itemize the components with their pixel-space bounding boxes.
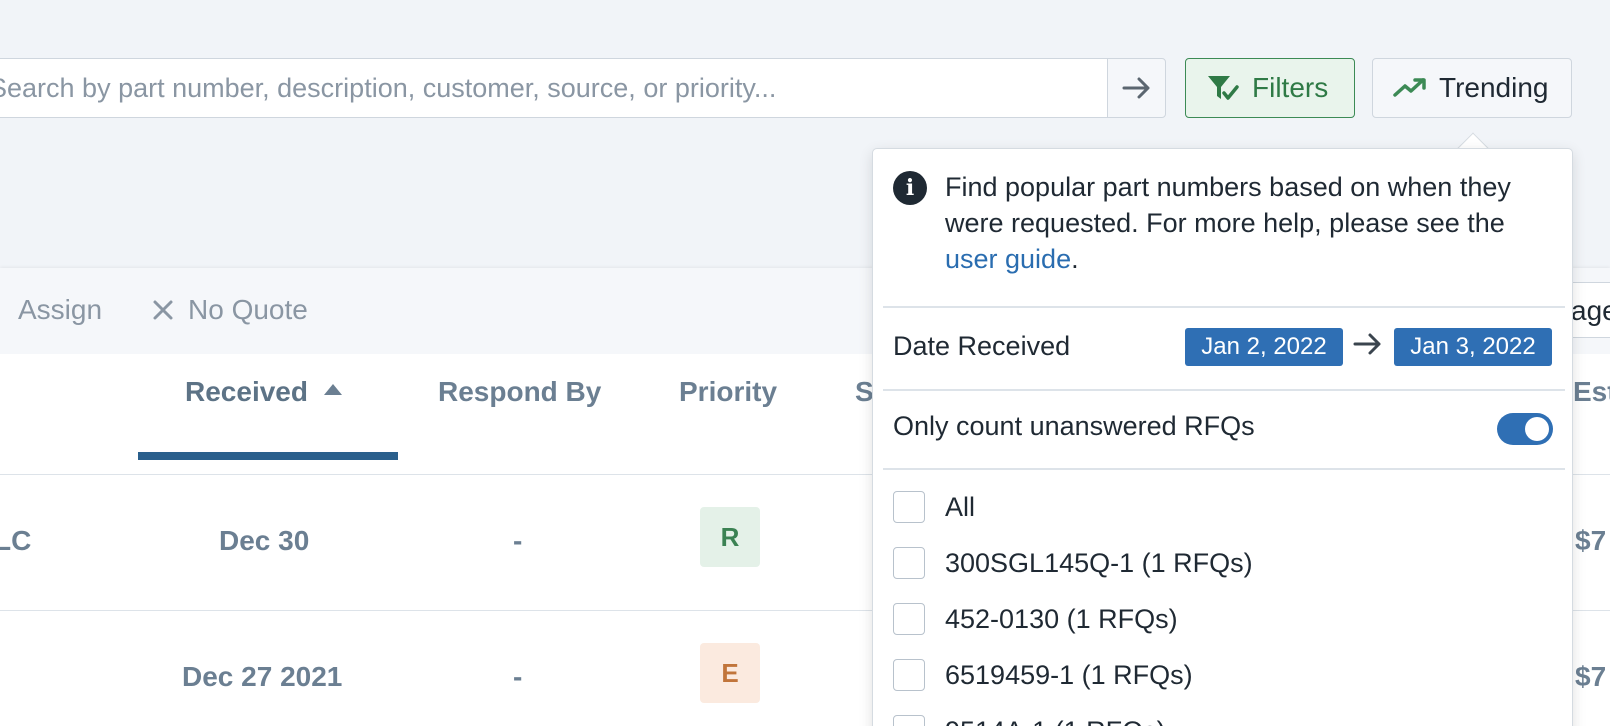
cell-est: $7	[1575, 525, 1607, 556]
column-header-est[interactable]: Est	[1573, 376, 1610, 408]
column-header-priority[interactable]: Priority	[679, 376, 777, 408]
option-label: 300SGL145Q-1 (1 RFQs)	[945, 547, 1253, 578]
unanswered-toggle[interactable]	[1497, 413, 1553, 445]
cell-respond-by: -	[513, 525, 523, 556]
unanswered-toggle-label: Only count unanswered RFQs	[893, 411, 1255, 441]
no-quote-button[interactable]: No Quote	[152, 294, 308, 326]
checkbox[interactable]	[893, 715, 925, 726]
help-text-body: Find popular part numbers based on when …	[945, 172, 1511, 238]
toggle-knob	[1525, 417, 1549, 441]
user-guide-link[interactable]: user guide	[945, 244, 1071, 274]
filters-button[interactable]: Filters	[1185, 58, 1355, 118]
priority-badge: E	[700, 643, 760, 703]
active-sort-indicator	[138, 452, 398, 460]
option-part-number[interactable]: 6519459-1 (1 RFQs)	[893, 658, 1193, 692]
column-header-received[interactable]: Received	[185, 376, 342, 408]
column-header-respond-by[interactable]: Respond By	[438, 376, 601, 408]
filters-label: Filters	[1252, 72, 1329, 103]
sort-ascending-icon	[323, 384, 342, 396]
checkbox[interactable]	[893, 491, 925, 523]
filter-check-icon	[1208, 76, 1239, 100]
column-header-s[interactable]: S	[855, 376, 874, 408]
option-part-number[interactable]: 452-0130 (1 RFQs)	[893, 602, 1178, 636]
date-from-chip[interactable]: Jan 2, 2022	[1185, 328, 1343, 366]
no-quote-label: No Quote	[188, 294, 308, 325]
search-bar	[0, 58, 1108, 118]
cell-customer: LC	[0, 525, 32, 556]
assign-button[interactable]: Assign	[0, 294, 102, 326]
help-text-tail: .	[1071, 244, 1079, 274]
column-header-received-label: Received	[185, 376, 308, 407]
arrow-right-icon	[1353, 333, 1381, 355]
trending-button[interactable]: Trending	[1372, 58, 1572, 118]
option-label: 9514A-1 (1 RFQs)	[945, 716, 1166, 726]
divider	[883, 389, 1565, 391]
cell-respond-by: -	[513, 661, 523, 692]
checkbox[interactable]	[893, 659, 925, 691]
arrow-right-icon	[1122, 77, 1149, 99]
trending-up-icon	[1393, 78, 1426, 97]
trending-popover: i Find popular part numbers based on whe…	[872, 148, 1573, 726]
date-received-label: Date Received	[893, 331, 1071, 361]
option-label: All	[945, 491, 976, 522]
info-icon: i	[893, 171, 927, 205]
checkbox[interactable]	[893, 603, 925, 635]
option-part-number[interactable]: 300SGL145Q-1 (1 RFQs)	[893, 546, 1253, 580]
divider	[883, 468, 1565, 470]
checkbox[interactable]	[893, 547, 925, 579]
option-part-number[interactable]: 9514A-1 (1 RFQs)	[893, 714, 1166, 726]
assign-label: Assign	[18, 294, 103, 325]
search-submit-button[interactable]	[1107, 58, 1166, 118]
user-icon	[0, 297, 4, 323]
cell-received: Dec 30	[219, 525, 310, 556]
search-input[interactable]	[0, 59, 1107, 117]
divider	[883, 306, 1565, 308]
cell-est: $7	[1575, 661, 1607, 692]
date-to-chip[interactable]: Jan 3, 2022	[1394, 328, 1552, 366]
option-label: 6519459-1 (1 RFQs)	[945, 659, 1193, 690]
cell-received: Dec 27 2021	[182, 661, 343, 692]
help-text: Find popular part numbers based on when …	[945, 169, 1545, 277]
trending-label: Trending	[1439, 72, 1549, 103]
option-all[interactable]: All	[893, 490, 975, 524]
priority-badge: R	[700, 507, 760, 567]
option-label: 452-0130 (1 RFQs)	[945, 603, 1178, 634]
close-icon	[153, 300, 173, 320]
